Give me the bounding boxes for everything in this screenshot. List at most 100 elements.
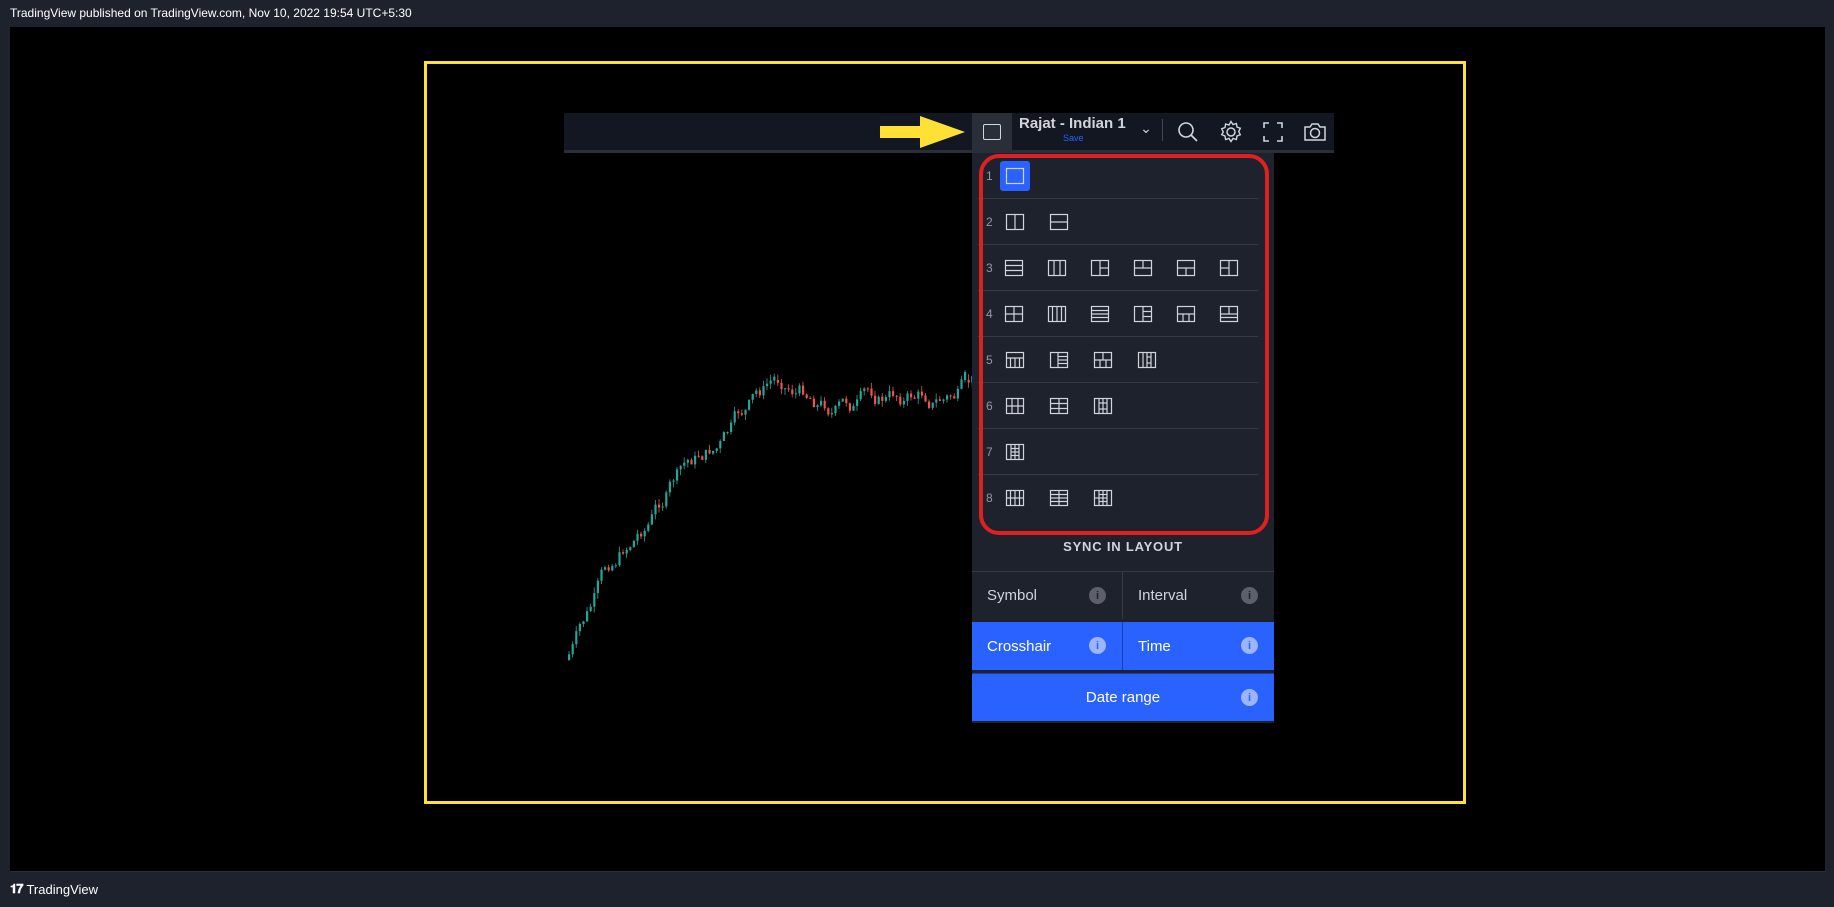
candle-body — [694, 455, 697, 465]
layout-option-2h-icon[interactable] — [1044, 207, 1074, 237]
layout-option-8a-icon[interactable] — [1000, 483, 1030, 513]
candle-body — [730, 422, 733, 432]
candle-body — [938, 399, 941, 401]
candle-body — [953, 396, 956, 399]
layout-row-count: 2 — [986, 214, 993, 229]
layout-option-5a-icon[interactable] — [1000, 345, 1030, 375]
layout-option-4h-icon[interactable] — [1086, 299, 1115, 329]
candle-body — [773, 376, 776, 381]
layout-option-6b-icon[interactable] — [1044, 391, 1074, 421]
candle-body — [643, 530, 646, 537]
candle-body — [866, 388, 869, 390]
layout-option-3v-icon[interactable] — [1043, 253, 1072, 283]
candle-body — [924, 395, 927, 402]
layout-option-4a-icon[interactable] — [1129, 299, 1158, 329]
layout-row: 2 — [978, 199, 1258, 245]
candle-body — [704, 449, 707, 460]
candle-body — [737, 411, 740, 414]
candle-body — [582, 621, 585, 625]
layout-option-6a-icon[interactable] — [1000, 391, 1030, 421]
candle-body — [830, 413, 833, 415]
fullscreen-icon[interactable] — [1256, 115, 1290, 149]
layout-row: 8 — [978, 475, 1258, 520]
footer-brand: 𝟏𝟕 TradingView — [10, 881, 98, 897]
candle-body — [622, 552, 625, 554]
search-icon[interactable] — [1171, 115, 1205, 149]
layout-option-7a-icon[interactable] — [1000, 437, 1030, 467]
layout-option-2v-icon[interactable] — [1000, 207, 1030, 237]
layout-row-count: 4 — [986, 306, 993, 321]
layout-option-4g-icon[interactable] — [1000, 299, 1029, 329]
layout-name-button[interactable]: Rajat - Indian 1 Save — [1019, 113, 1134, 151]
candle-body — [805, 394, 808, 398]
layout-option-5b-icon[interactable] — [1044, 345, 1074, 375]
layout-option-3a-icon[interactable] — [1086, 253, 1115, 283]
info-icon[interactable]: i — [1089, 637, 1106, 654]
candle-body — [672, 480, 675, 482]
chevron-down-icon[interactable]: ⌄ — [1137, 120, 1155, 140]
camera-icon[interactable] — [1298, 115, 1332, 149]
candle-body — [931, 402, 934, 408]
layout-row: 1 — [978, 153, 1258, 199]
layout-selector-button[interactable] — [972, 113, 1012, 151]
layout-option-4b-icon[interactable] — [1172, 299, 1201, 329]
sync-date-range-toggle[interactable]: Date range i — [972, 673, 1274, 721]
candle-body — [658, 504, 661, 508]
layout-option-4v-icon[interactable] — [1043, 299, 1072, 329]
candle-body — [928, 401, 931, 408]
candle-body — [769, 380, 772, 384]
info-icon[interactable]: i — [1241, 689, 1258, 706]
candle-body — [856, 399, 859, 406]
info-icon[interactable]: i — [1241, 587, 1258, 604]
layout-row-count: 5 — [986, 352, 993, 367]
candle-body — [748, 399, 751, 410]
candle-body — [838, 401, 841, 406]
layout-row: 7 — [978, 429, 1258, 475]
layout-option-3d-icon[interactable] — [1215, 253, 1244, 283]
layout-row-count: 8 — [986, 490, 993, 505]
sync-symbol-toggle[interactable]: Symbol i — [972, 571, 1123, 619]
candle-body — [823, 400, 826, 409]
layout-option-5d-icon[interactable] — [1132, 345, 1162, 375]
info-icon[interactable]: i — [1089, 587, 1106, 604]
candle-body — [841, 398, 844, 402]
candle-body — [690, 459, 693, 465]
layout-option-8b-icon[interactable] — [1044, 483, 1074, 513]
layout-option-6c-icon[interactable] — [1088, 391, 1118, 421]
layout-row-count: 6 — [986, 398, 993, 413]
candle-body — [686, 459, 689, 463]
layout-option-3h-icon[interactable] — [1000, 253, 1029, 283]
layout-option-5c-icon[interactable] — [1088, 345, 1118, 375]
layout-option-single-icon[interactable] — [1000, 160, 1030, 191]
layout-option-4c-icon[interactable] — [1215, 299, 1244, 329]
candle-body — [744, 409, 747, 415]
info-icon[interactable]: i — [1241, 637, 1258, 654]
sync-interval-toggle[interactable]: Interval i — [1123, 571, 1274, 619]
candle-body — [845, 398, 848, 404]
sync-time-toggle[interactable]: Time i — [1123, 622, 1274, 670]
layout-option-3c-icon[interactable] — [1172, 253, 1201, 283]
candle-body — [650, 514, 653, 525]
layout-option-3b-icon[interactable] — [1129, 253, 1158, 283]
layout-icon — [983, 124, 1001, 140]
candle-body — [784, 388, 787, 390]
candle-body — [701, 456, 704, 460]
candle-body — [665, 492, 668, 507]
candle-body — [679, 465, 682, 470]
candle-body — [762, 386, 765, 396]
tradingview-logo-icon: 𝟏𝟕 — [10, 881, 24, 896]
candle-body — [884, 397, 887, 401]
save-status[interactable]: Save — [1063, 133, 1084, 143]
candle-body — [960, 379, 963, 389]
candle-body — [935, 399, 938, 403]
candle-body — [964, 371, 967, 380]
layout-row: 4 — [978, 291, 1258, 337]
layout-option-8c-icon[interactable] — [1088, 483, 1118, 513]
sync-crosshair-toggle[interactable]: Crosshair i — [972, 622, 1123, 670]
candle-body — [794, 393, 797, 395]
gear-icon[interactable] — [1214, 115, 1248, 149]
layout-row-count: 1 — [986, 168, 993, 183]
candle-body — [708, 449, 711, 454]
candle-body — [722, 432, 725, 442]
candle-body — [683, 462, 686, 466]
